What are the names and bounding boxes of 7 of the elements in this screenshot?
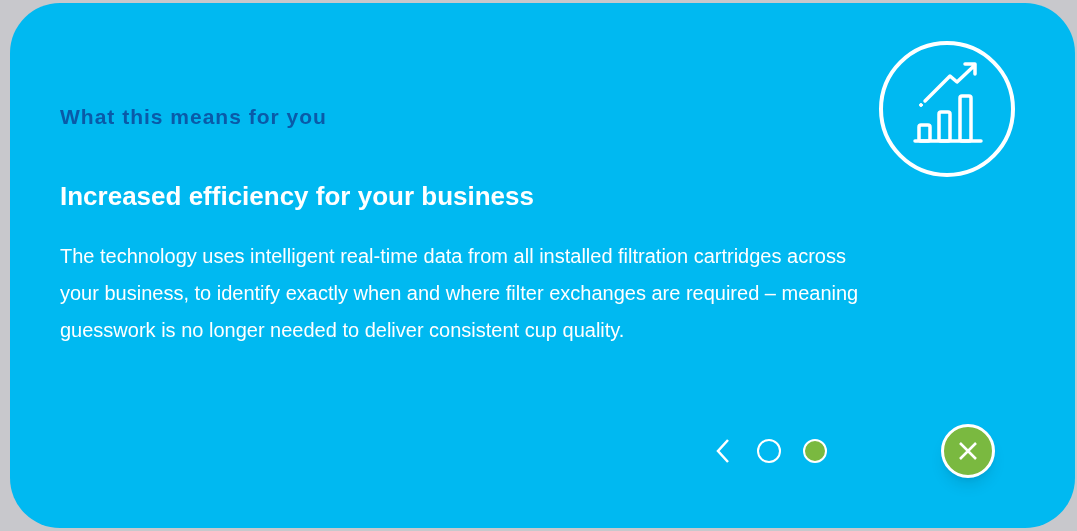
close-icon [958,441,978,461]
growth-chart-icon [879,41,1015,177]
close-button[interactable] [941,424,995,478]
chevron-left-icon [716,438,730,464]
heading: Increased efficiency for your business [60,179,534,213]
body-paragraph: The technology uses intelligent real-time data from all installed filtration cartridges across your business, to identify exactly when and where filter exchanges are required – meaning guesswork is no longer needed to deliver consistent cup quality. [60,243,860,343]
eyebrow-text: What this means for you [60,104,328,130]
